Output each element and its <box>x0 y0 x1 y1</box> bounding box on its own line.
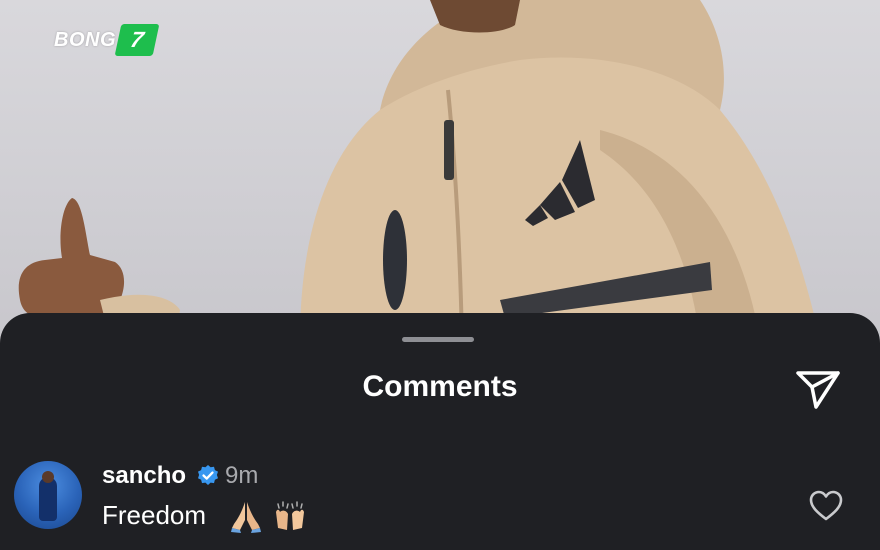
avatar[interactable] <box>14 461 82 529</box>
sheet-grabber[interactable] <box>402 337 474 342</box>
post-photo: BONG 7 <box>0 0 880 340</box>
sheet-title: Comments <box>362 370 518 403</box>
comment-timestamp: 9m <box>225 462 259 489</box>
like-heart-icon[interactable] <box>808 488 844 524</box>
folded-hands-emoji <box>228 498 264 534</box>
brand-logo: BONG 7 <box>54 22 160 58</box>
comment-text: Freedom <box>102 500 207 530</box>
logo-text: BONG <box>54 28 116 51</box>
logo-badge: 7 <box>114 24 160 56</box>
verified-badge-icon <box>196 464 220 488</box>
raising-hands-emoji <box>272 498 308 534</box>
comment-item: sancho 9m Freedom <box>14 458 864 538</box>
send-icon[interactable] <box>792 363 844 415</box>
avatar-figure <box>39 477 57 521</box>
avatar-head <box>42 471 54 483</box>
comment-username[interactable]: sancho <box>102 462 186 490</box>
comments-sheet: Comments sancho 9m Freedom <box>0 313 880 550</box>
